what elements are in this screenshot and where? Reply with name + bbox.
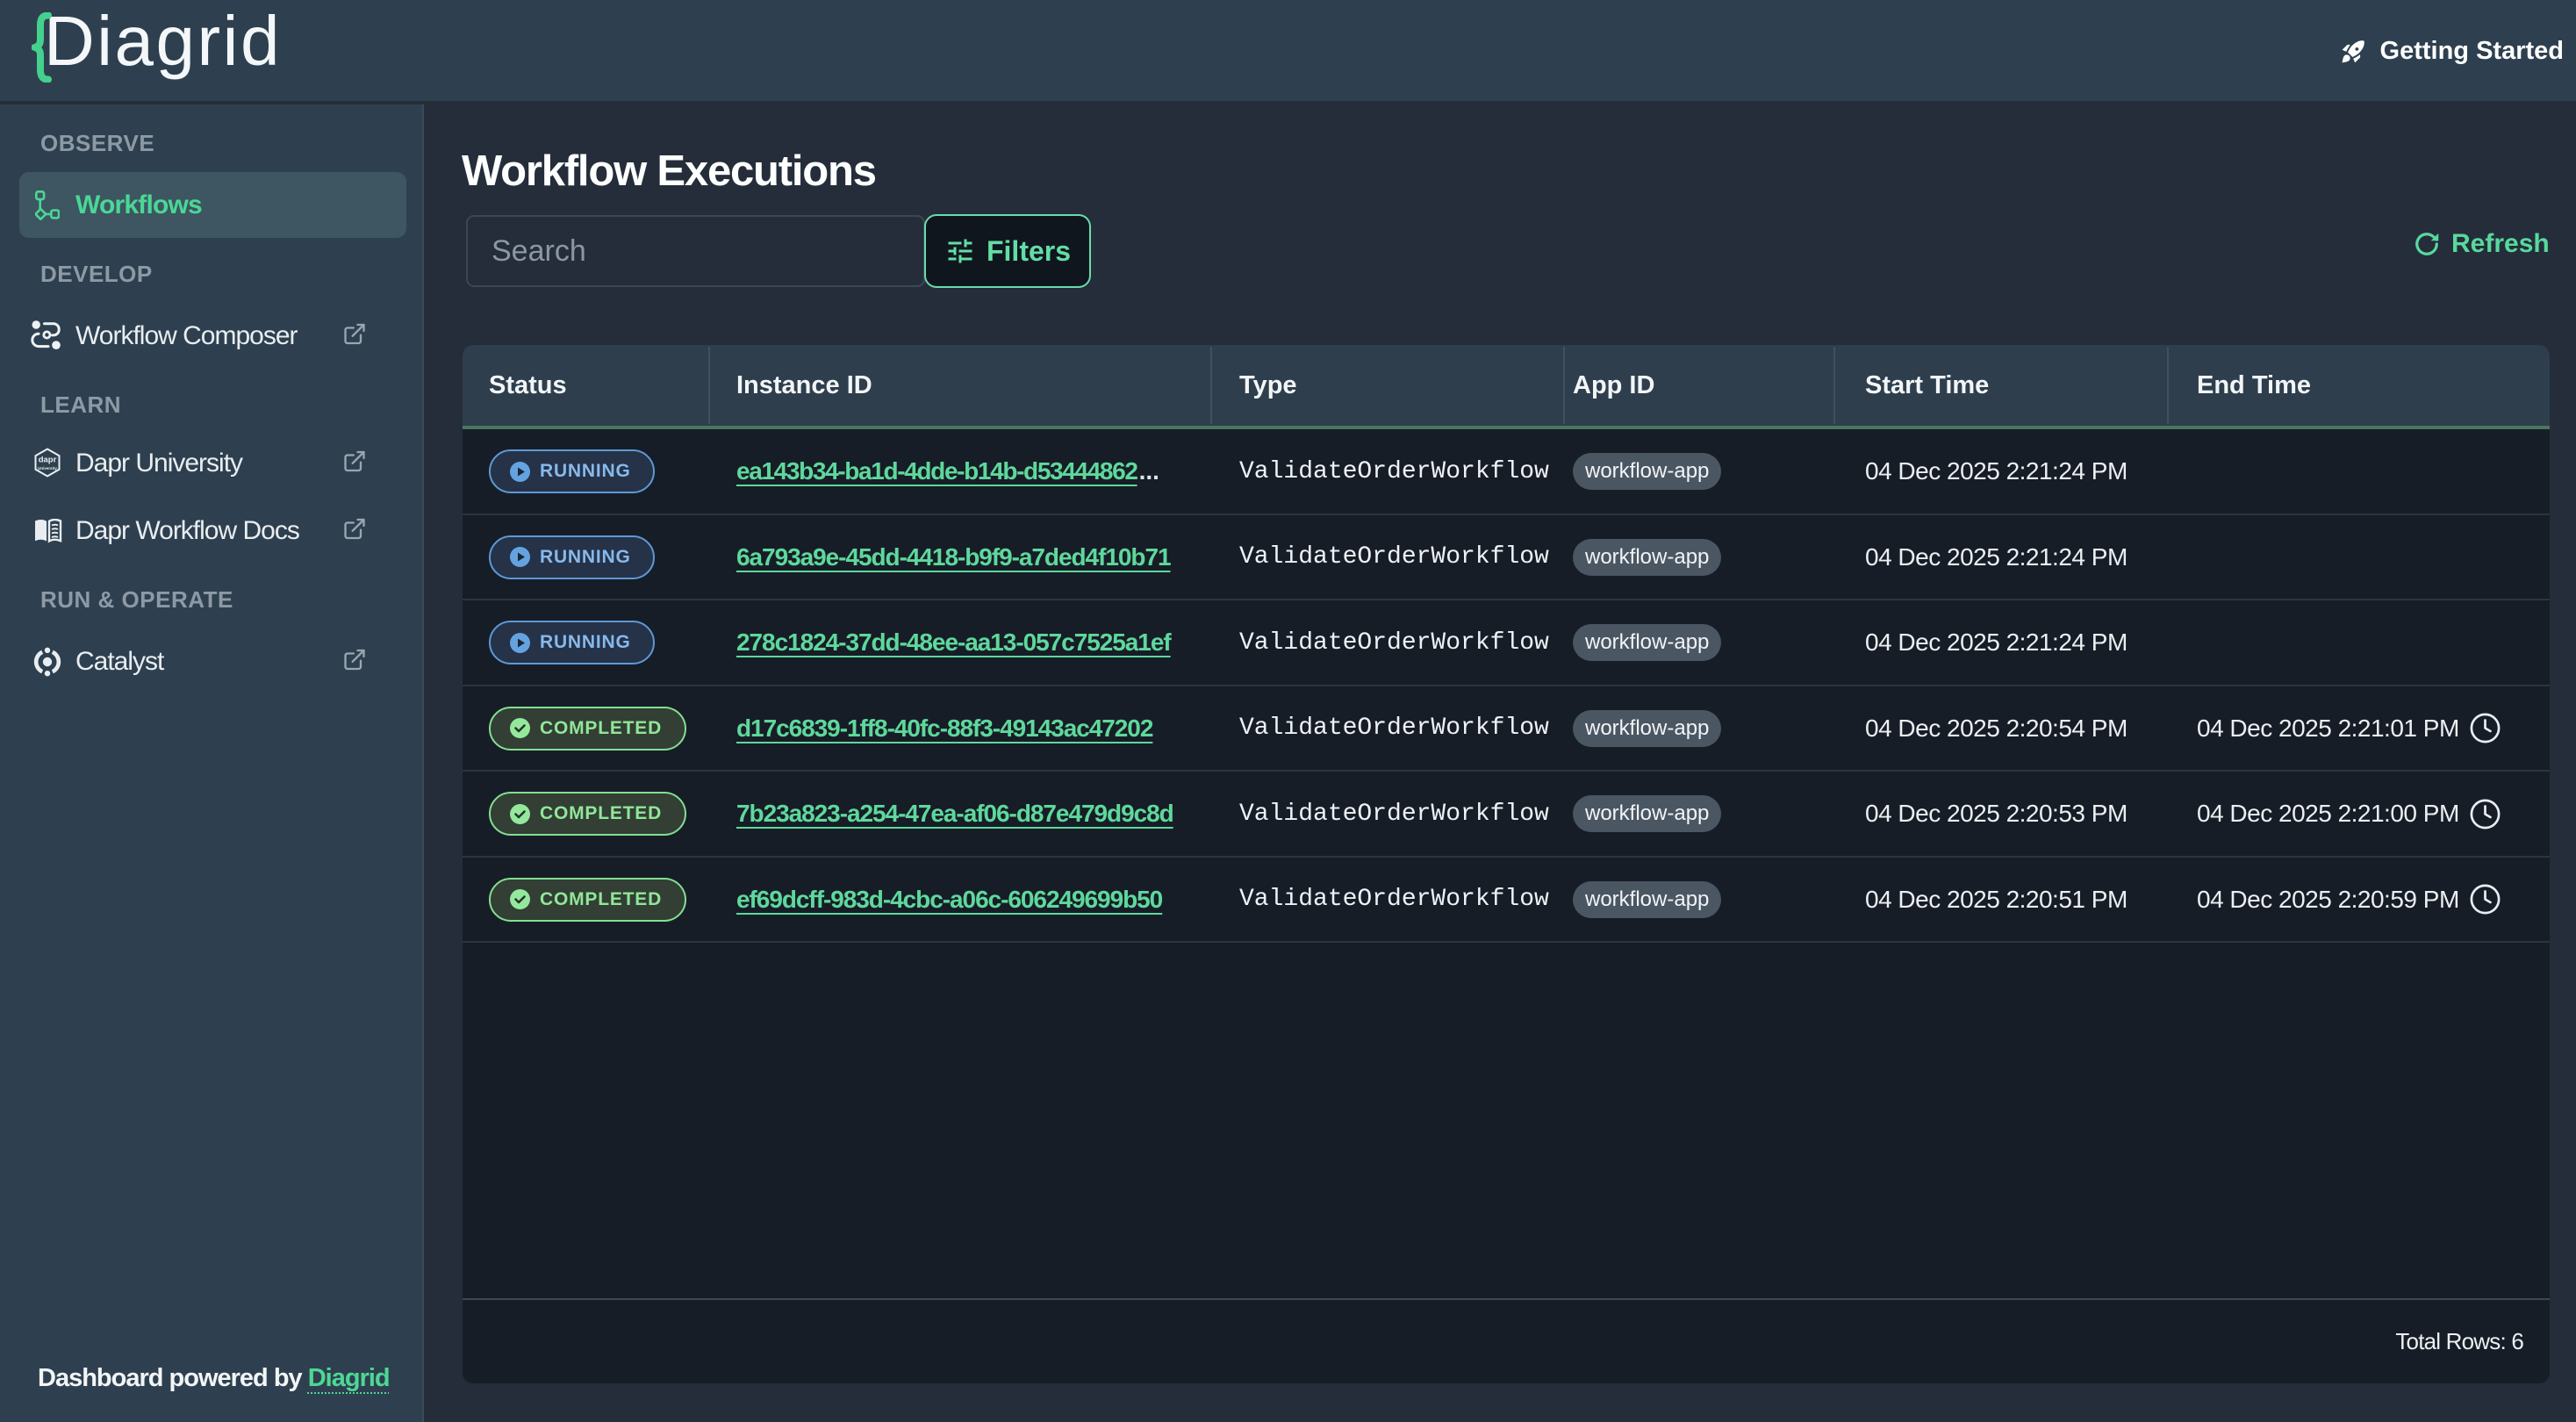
svg-text:dapr: dapr <box>39 455 57 464</box>
svg-text:University: University <box>38 466 57 470</box>
